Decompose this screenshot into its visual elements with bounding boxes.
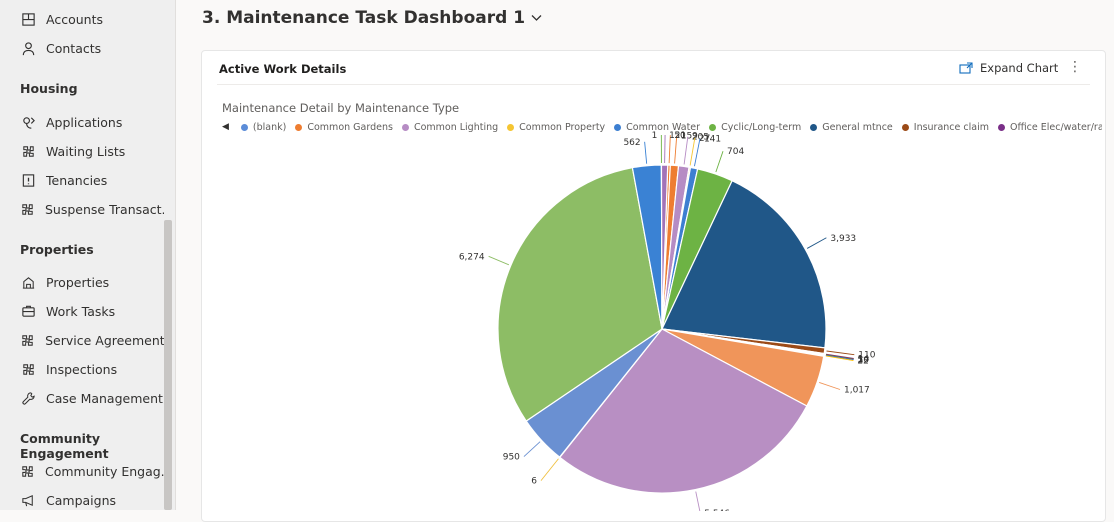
pie-leader-line (694, 139, 699, 166)
sidebar-item-inspections[interactable]: Inspections (0, 355, 164, 383)
sidebar-scrollbar[interactable] (164, 220, 172, 510)
pie-data-label: 1,017 (844, 386, 870, 396)
pie-data-label: 3,933 (830, 234, 856, 244)
pie-data-label: 141 (704, 135, 721, 145)
sidebar-item-applications[interactable]: Applications (0, 108, 164, 136)
puzzle-icon (20, 143, 36, 159)
puzzle-icon (20, 332, 35, 348)
sidebar-item-label: Contacts (46, 41, 101, 56)
nav-group-properties: Properties (20, 242, 94, 257)
pie-leader-line (645, 142, 647, 164)
pie-data-label: 950 (503, 453, 520, 463)
chevron-down-icon (531, 14, 542, 22)
sidebar-item-label: Properties (46, 275, 109, 290)
page-title-text: 3. Maintenance Task Dashboard 1 (202, 8, 525, 28)
sidebar-item-properties[interactable]: Properties (0, 268, 164, 296)
page-title[interactable]: 3. Maintenance Task Dashboard 1 (202, 8, 542, 28)
puzzle-icon (20, 463, 35, 479)
pie-leader-line (819, 382, 840, 389)
megaphone-icon (20, 492, 36, 508)
pie-leader-line (827, 351, 855, 355)
pie-data-label: 1 (652, 131, 658, 141)
sidebar-item-suspense-transactions[interactable]: Suspense Transact... (0, 195, 164, 223)
sidebar-item-community-engagement[interactable]: Community Engag... (0, 457, 164, 485)
worktask-icon (20, 303, 36, 319)
tenancy-icon (20, 172, 36, 188)
pie-leader-line (541, 459, 558, 481)
applications-icon (20, 114, 36, 130)
sidebar-item-contacts[interactable]: Contacts (0, 34, 164, 62)
sidebar-item-case-management[interactable]: Case Management (0, 384, 164, 412)
wrench-icon (20, 390, 36, 406)
sidebar-item-label: Community Engag... (45, 464, 164, 479)
pie-data-label: 6 (531, 477, 537, 487)
sidebar-item-label: Accounts (46, 12, 103, 27)
sidebar-item-label: Work Tasks (46, 304, 115, 319)
accounts-icon (20, 11, 36, 27)
pie-data-label: 6,274 (459, 252, 485, 262)
sidebar-item-label: Service Agreements (45, 333, 164, 348)
sidebar-item-service-agreements[interactable]: Service Agreements (0, 326, 164, 354)
chart-card: Active Work Details Expand Chart ⋮ Maint… (201, 50, 1106, 522)
sidebar-item-waiting-lists[interactable]: Waiting Lists (0, 137, 164, 165)
pie-leader-line (524, 442, 540, 457)
pie-leader-line (716, 151, 723, 172)
person-icon (20, 40, 36, 56)
pie-data-label: 121 (669, 131, 686, 141)
sidebar-item-label: Suspense Transact... (45, 202, 164, 217)
sidebar-item-label: Applications (46, 115, 122, 130)
pie-data-label: 5,546 (704, 509, 730, 511)
nav-group-housing: Housing (20, 81, 78, 96)
property-icon (20, 274, 36, 290)
puzzle-icon (20, 201, 35, 217)
pie-leader-line (489, 256, 509, 265)
sidebar: Accounts Contacts Housing Applications W… (0, 0, 176, 510)
sidebar-item-label: Campaigns (46, 493, 116, 508)
sidebar-item-work-tasks[interactable]: Work Tasks (0, 297, 164, 325)
sidebar-item-accounts[interactable]: Accounts (0, 5, 164, 33)
pie-data-label: 562 (623, 138, 640, 148)
pie-chart: 50159205271417043,933110141105221,0175,5… (202, 51, 1105, 511)
sidebar-item-tenancies[interactable]: Tenancies (0, 166, 164, 194)
pie-leader-line (696, 492, 700, 511)
sidebar-item-label: Inspections (46, 362, 117, 377)
sidebar-item-label: Waiting Lists (46, 144, 125, 159)
sidebar-item-label: Tenancies (46, 173, 107, 188)
sidebar-item-label: Case Management (46, 391, 163, 406)
pie-leader-line (807, 238, 826, 249)
pie-data-label: 704 (727, 147, 744, 157)
puzzle-icon (20, 361, 36, 377)
pie-data-label: 22 (857, 357, 868, 367)
